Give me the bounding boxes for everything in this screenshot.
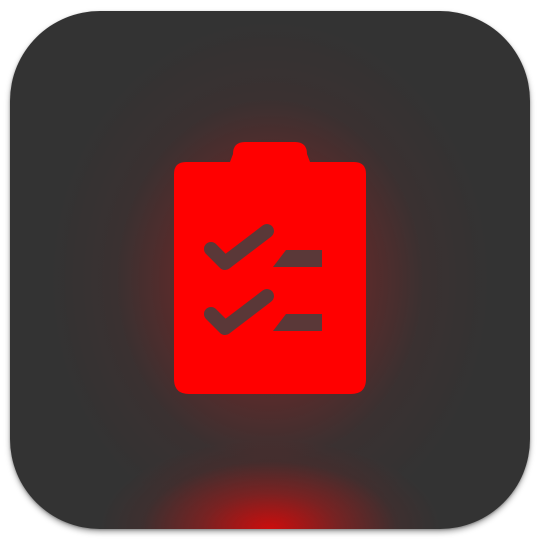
clipboard-checklist-icon [174, 142, 366, 394]
clipboard-body [174, 142, 366, 394]
app-icon-tile[interactable] [10, 11, 530, 529]
icon-canvas [0, 0, 540, 540]
